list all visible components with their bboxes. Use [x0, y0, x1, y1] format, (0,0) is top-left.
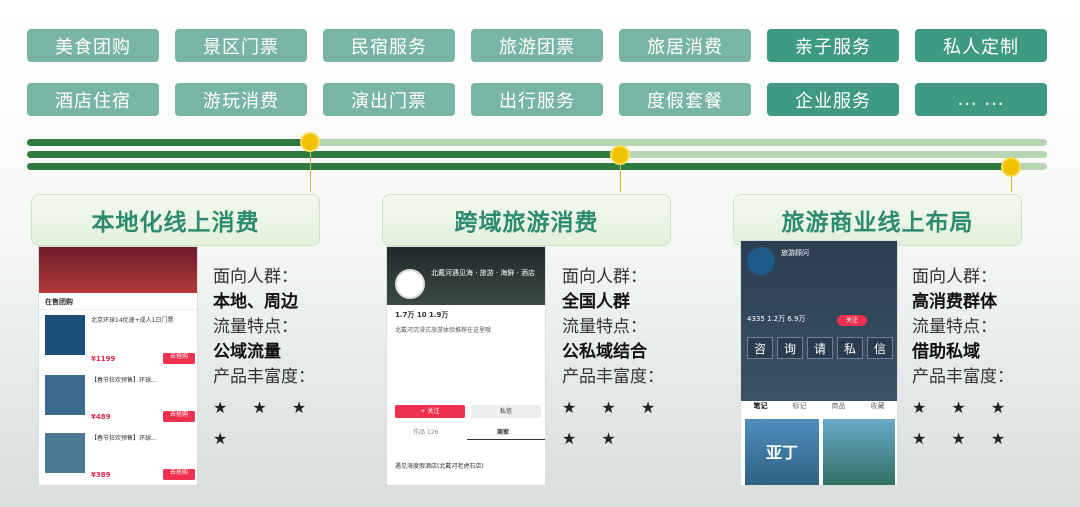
- audience-label: 面向人群：: [562, 267, 647, 287]
- progress-track-3: [27, 163, 1047, 170]
- consult-char-1: 咨: [747, 337, 773, 359]
- audience-label: 面向人群：: [912, 267, 997, 287]
- info-cross: 面向人群： 全国人群 流量特点： 公私域结合 产品丰富度： ★ ★ ★ ★ ★: [562, 265, 665, 451]
- deal-title-1: 北京环球14优速+成人1日门票: [91, 317, 174, 324]
- avatar: [747, 247, 775, 275]
- service-tag-row2-6: 企业服务: [767, 83, 899, 116]
- service-tag-row1-7: 私人定制: [915, 29, 1047, 62]
- service-tag-row1-2: 景区门票: [175, 29, 307, 62]
- audience-value: 本地、周边: [213, 292, 298, 312]
- audience-label: 面向人群：: [213, 267, 298, 287]
- tab-merchant[interactable]: 商家: [497, 429, 509, 437]
- buy-button-3[interactable]: 去抢购: [163, 469, 195, 480]
- richness-stars-1: ★ ★ ★: [213, 398, 317, 417]
- deal-price-3: ¥389: [91, 471, 111, 479]
- banner-image: [39, 247, 197, 293]
- service-tag-row2-5: 度假套餐: [619, 83, 751, 116]
- progress-track-1: [27, 139, 1047, 146]
- connector-line-3: [1011, 176, 1012, 192]
- richness-stars-2: ★ ★ ★: [912, 429, 1016, 448]
- tab-collect[interactable]: 收藏: [871, 401, 885, 411]
- milestone-dot-3: [1001, 157, 1021, 177]
- profile-desc: 北戴河沉浸式旅游体验推荐在这里哦: [395, 327, 492, 334]
- tab-works[interactable]: 作品 126: [413, 429, 438, 437]
- service-tag-row2-1: 酒店住宿: [27, 83, 159, 116]
- milestone-dot-2: [610, 145, 630, 165]
- richness-label: 产品丰富度：: [213, 367, 315, 387]
- promo-text: 亚丁: [765, 443, 798, 462]
- deal-price-2: ¥489: [91, 413, 111, 421]
- buy-button-2[interactable]: 去抢购: [163, 411, 195, 422]
- service-tag-row2-4: 出行服务: [471, 83, 603, 116]
- richness-label: 产品丰富度：: [562, 367, 664, 387]
- screenshot-cross-region: 北戴河遇见海 · 旅游 · 海鲜 · 酒店 1.7万 10 1.9万 北戴河沉浸…: [386, 246, 546, 486]
- richness-stars-2: ★: [213, 429, 238, 448]
- profile-stats: 4335 1.2万 6.9万: [747, 315, 806, 323]
- note-card-2[interactable]: [823, 419, 895, 485]
- deal-thumb-3: [45, 433, 85, 473]
- traffic-label: 流量特点：: [562, 317, 647, 337]
- buy-button-1[interactable]: 去抢购: [163, 353, 195, 364]
- service-tag-row2-7: ... ...: [915, 83, 1047, 116]
- screenshot-business-layout: 旅游顾问 4335 1.2万 6.9万 关注 咨 询 请 私 信 笔记 标记 商…: [740, 240, 898, 486]
- audience-value: 高消费群体: [912, 292, 997, 312]
- tab-goods[interactable]: 商品: [832, 401, 846, 411]
- service-tag-row2-2: 游玩消费: [175, 83, 307, 116]
- deal-price-1: ¥1199: [91, 355, 116, 363]
- consult-chars: 咨 询 请 私 信: [747, 337, 893, 359]
- deal-thumb-2: [45, 375, 85, 415]
- section-title-cross: 跨域旅游消费: [382, 194, 671, 246]
- tag-row-2: 酒店住宿 游玩消费 演出门票 出行服务 度假套餐 企业服务 ... ...: [27, 83, 1047, 116]
- section-title-business: 旅游商业线上布局: [733, 194, 1022, 246]
- follow-button[interactable]: 关注: [837, 315, 867, 326]
- info-business: 面向人群： 高消费群体 流量特点： 借助私域 产品丰富度： ★ ★ ★ ★ ★ …: [912, 265, 1015, 451]
- profile-name: 旅游顾问: [781, 249, 809, 257]
- store-name: 北戴河遇见海 · 旅游 · 海鲜 · 酒店: [431, 269, 536, 277]
- consult-char-4: 私: [837, 337, 863, 359]
- content-tabs: 笔记 标记 商品 收藏: [741, 401, 897, 411]
- service-tag-row1-4: 旅游团票: [471, 29, 603, 62]
- consult-char-5: 信: [867, 337, 893, 359]
- tab-marks[interactable]: 标记: [793, 401, 807, 411]
- service-tag-row1-5: 旅居消费: [619, 29, 751, 62]
- milestone-dot-1: [300, 132, 320, 152]
- deal-title-3: 【春节狂欢预售】环球...: [91, 435, 157, 442]
- service-tag-row1-1: 美食团购: [27, 29, 159, 62]
- traffic-label: 流量特点：: [213, 317, 298, 337]
- consult-char-3: 请: [807, 337, 833, 359]
- progress-track-2: [27, 151, 1047, 158]
- avatar: [395, 269, 425, 299]
- service-tags: 美食团购 景区门票 民宿服务 旅游团票 旅居消费 亲子服务 私人定制 酒店住宿 游玩消费 演出门…: [27, 29, 1047, 137]
- richness-stars-2: ★ ★: [562, 429, 626, 448]
- section-title-local: 本地化线上消费: [31, 194, 320, 246]
- note-card-1[interactable]: 亚丁: [745, 419, 819, 485]
- profile-stats: 1.7万 10 1.9万: [395, 311, 449, 319]
- traffic-value: 公域流量: [213, 342, 281, 362]
- richness-label: 产品丰富度：: [912, 367, 1014, 387]
- consult-char-2: 询: [777, 337, 803, 359]
- tag-row-1: 美食团购 景区门票 民宿服务 旅游团票 旅居消费 亲子服务 私人定制: [27, 29, 1047, 62]
- service-tag-row1-6: 亲子服务: [767, 29, 899, 62]
- deal-title-2: 【春节狂欢预售】环球...: [91, 377, 157, 384]
- connector-line-1: [310, 152, 311, 192]
- audience-value: 全国人群: [562, 292, 630, 312]
- screenshot-local-deals: 在售团购 北京环球14优速+成人1日门票 ¥1199 去抢购 【春节狂欢预售】环…: [38, 246, 198, 486]
- richness-stars-1: ★ ★ ★: [562, 398, 666, 417]
- richness-stars-1: ★ ★ ★: [912, 398, 1016, 417]
- traffic-value: 借助私域: [912, 342, 980, 362]
- connector-line-2: [620, 164, 621, 192]
- service-tag-row1-3: 民宿服务: [323, 29, 455, 62]
- traffic-value: 公私域结合: [562, 342, 647, 362]
- message-button[interactable]: 私信: [471, 405, 541, 418]
- service-tag-row2-3: 演出门票: [323, 83, 455, 116]
- deals-header: 在售团购: [45, 298, 73, 306]
- traffic-label: 流量特点：: [912, 317, 997, 337]
- info-local: 面向人群： 本地、周边 流量特点： 公域流量 产品丰富度： ★ ★ ★ ★: [213, 265, 316, 451]
- tab-notes[interactable]: 笔记: [754, 401, 768, 411]
- shop-name[interactable]: 遇见海度假酒店(北戴河老虎石店): [395, 463, 541, 471]
- deal-thumb-1: [45, 315, 85, 355]
- follow-button[interactable]: + 关注: [395, 405, 465, 418]
